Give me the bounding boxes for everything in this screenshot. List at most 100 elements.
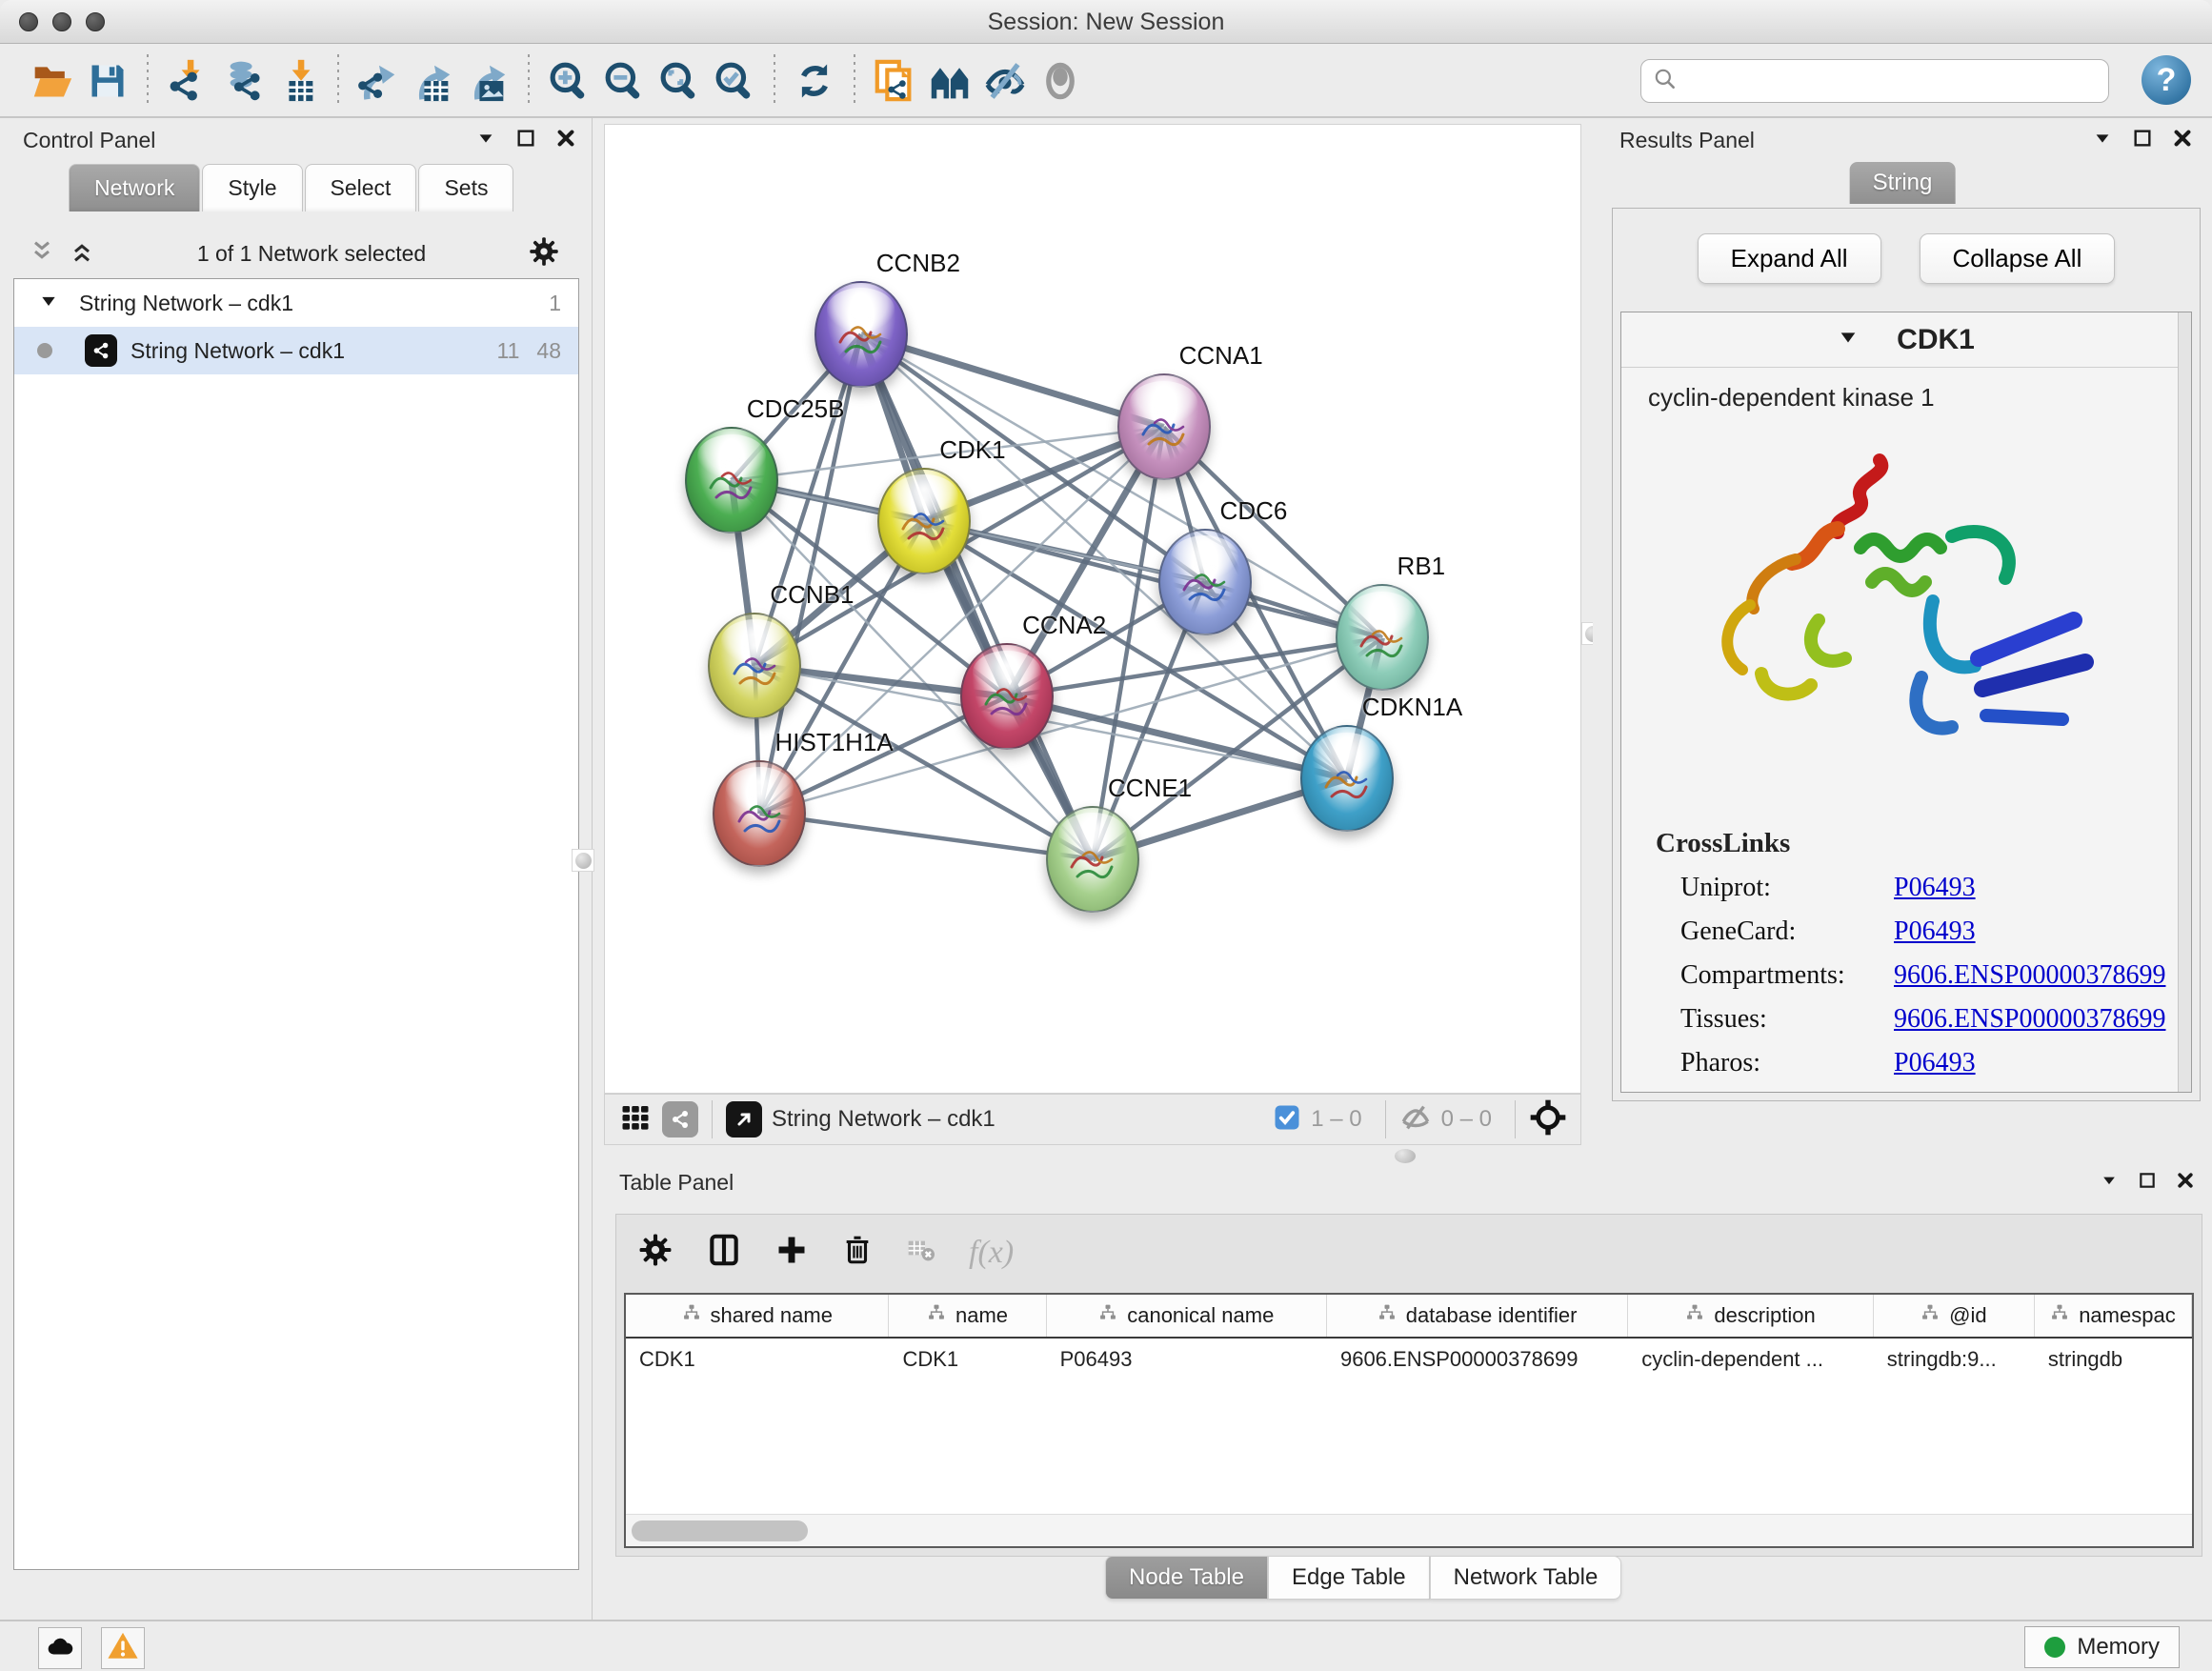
network-options-gear-icon[interactable] <box>528 235 560 272</box>
close-panel-icon[interactable] <box>2176 1171 2195 1195</box>
network-node-CDKN1A[interactable] <box>1300 725 1394 832</box>
cell[interactable]: CDK1 <box>889 1347 1046 1372</box>
table-row[interactable]: CDK1CDK1P064939606.ENSP00000378699cyclin… <box>626 1339 2192 1380</box>
hidden-eye-slash-icon[interactable] <box>1399 1101 1432 1138</box>
memory-button[interactable]: Memory <box>2024 1626 2180 1668</box>
column-header-shared-name[interactable]: shared name <box>626 1295 889 1337</box>
expand-all-icon[interactable] <box>69 238 95 270</box>
delete-column-trash-icon[interactable] <box>841 1234 874 1271</box>
results-scrollbar[interactable] <box>2178 312 2191 1092</box>
import-table-button[interactable] <box>271 53 326 109</box>
crosslink-link[interactable]: P06493 <box>1894 1048 1976 1078</box>
network-node-CCNE1[interactable] <box>1046 806 1139 913</box>
neighborhood-houses-button[interactable] <box>922 53 977 109</box>
scrollbar-thumb[interactable] <box>632 1520 808 1541</box>
tab-style[interactable]: Style <box>202 164 302 211</box>
network-row[interactable]: String Network – cdk1 11 48 <box>14 327 578 374</box>
network-node-CCNB1[interactable] <box>708 613 801 719</box>
column-header--id[interactable]: @id <box>1874 1295 2035 1337</box>
collapse-all-button[interactable]: Collapse All <box>1920 233 2116 284</box>
warnings-button[interactable] <box>101 1627 145 1669</box>
network-collection-row[interactable]: String Network – cdk1 1 <box>14 279 578 327</box>
save-session-button[interactable] <box>80 53 135 109</box>
tree-expander-icon[interactable] <box>39 291 58 316</box>
export-network-button[interactable] <box>351 53 406 109</box>
panel-menu-icon[interactable] <box>475 128 496 153</box>
clone-network-button[interactable] <box>867 53 922 109</box>
network-canvas[interactable]: CCNB2 CCNA1 CDC25B CDK1 <box>604 124 1581 1094</box>
network-node-RB1[interactable] <box>1336 584 1429 691</box>
network-node-CDC6[interactable] <box>1158 529 1252 635</box>
zoom-in-button[interactable] <box>541 53 596 109</box>
collapse-all-icon[interactable] <box>29 238 55 270</box>
tab-string[interactable]: String <box>1850 162 1956 204</box>
horizontal-splitter-handle[interactable] <box>1395 1149 1416 1163</box>
column-header-description[interactable]: description <box>1628 1295 1874 1337</box>
column-header-namespac[interactable]: namespac <box>2035 1295 2192 1337</box>
panel-menu-icon[interactable] <box>2100 1171 2119 1195</box>
cell[interactable]: stringdb <box>2035 1347 2192 1372</box>
column-header-database-identifier[interactable]: database identifier <box>1327 1295 1628 1337</box>
zoom-out-icon <box>603 60 645 102</box>
tab-sets[interactable]: Sets <box>418 164 513 211</box>
network-node-CDC25B[interactable] <box>685 427 778 534</box>
open-session-icon <box>31 60 73 102</box>
refresh-button[interactable] <box>787 53 842 109</box>
tab-edge-table[interactable]: Edge Table <box>1268 1556 1430 1600</box>
selected-checkbox-icon[interactable] <box>1273 1103 1301 1137</box>
open-session-button[interactable] <box>25 53 80 109</box>
crosslink-link[interactable]: P06493 <box>1894 916 1976 947</box>
import-database-button[interactable] <box>215 53 271 109</box>
cell[interactable]: cyclin-dependent ... <box>1628 1347 1874 1372</box>
show-columns-icon[interactable] <box>706 1232 742 1273</box>
warning-icon <box>107 1630 139 1667</box>
tab-network-table[interactable]: Network Table <box>1430 1556 1622 1600</box>
open-in-new-window-icon[interactable] <box>726 1101 762 1137</box>
zoom-selected-button[interactable] <box>707 53 762 109</box>
network-node-CCNA1[interactable] <box>1117 373 1211 480</box>
network-share-icon[interactable] <box>662 1101 698 1137</box>
column-header-canonical-name[interactable]: canonical name <box>1047 1295 1327 1337</box>
cell[interactable]: P06493 <box>1047 1347 1327 1372</box>
cloud-button[interactable] <box>38 1627 82 1669</box>
show-eye-button[interactable] <box>1033 53 1088 109</box>
left-splitter-handle[interactable] <box>572 849 594 872</box>
export-image-button[interactable] <box>461 53 516 109</box>
hide-glasses-button[interactable] <box>977 53 1033 109</box>
protein-expander-icon[interactable] <box>1838 327 1859 352</box>
float-panel-icon[interactable] <box>2132 128 2153 153</box>
table-settings-gear-icon[interactable] <box>637 1232 674 1273</box>
cell[interactable]: 9606.ENSP00000378699 <box>1327 1347 1628 1372</box>
crosslink-link[interactable]: P06493 <box>1894 873 1976 903</box>
export-table-button[interactable] <box>406 53 461 109</box>
birdseye-crosshair-icon[interactable] <box>1529 1098 1567 1141</box>
network-node-HIST1H1A[interactable] <box>713 760 806 867</box>
tab-network[interactable]: Network <box>69 164 200 211</box>
float-panel-icon[interactable] <box>515 128 536 153</box>
table-horizontal-scrollbar[interactable] <box>626 1514 2192 1546</box>
network-node-CDK1[interactable] <box>877 468 971 574</box>
help-button[interactable]: ? <box>2142 55 2191 105</box>
zoom-out-button[interactable] <box>596 53 652 109</box>
tab-select[interactable]: Select <box>305 164 417 211</box>
network-node-CCNB2[interactable] <box>814 281 908 388</box>
close-panel-icon[interactable] <box>555 128 576 153</box>
edge-count: 48 <box>536 338 561 364</box>
network-selection-status: 1 of 1 Network selected <box>95 241 528 267</box>
crosslink-link[interactable]: 9606.ENSP00000378699 <box>1894 960 2165 991</box>
panel-menu-icon[interactable] <box>2092 128 2113 153</box>
zoom-fit-button[interactable] <box>652 53 707 109</box>
search-input[interactable] <box>1678 62 2108 100</box>
add-column-icon[interactable] <box>774 1233 809 1272</box>
column-header-name[interactable]: name <box>889 1295 1046 1337</box>
grid-view-icon[interactable] <box>618 1100 653 1139</box>
tab-node-table[interactable]: Node Table <box>1105 1556 1268 1600</box>
crosslink-link[interactable]: 9606.ENSP00000378699 <box>1894 1004 2165 1035</box>
close-panel-icon[interactable] <box>2172 128 2193 153</box>
cell[interactable]: stringdb:9... <box>1874 1347 2035 1372</box>
expand-all-button[interactable]: Expand All <box>1698 233 1881 284</box>
network-node-CCNA2[interactable] <box>960 643 1054 750</box>
import-network-button[interactable] <box>160 53 215 109</box>
float-panel-icon[interactable] <box>2138 1171 2157 1195</box>
cell[interactable]: CDK1 <box>626 1347 889 1372</box>
